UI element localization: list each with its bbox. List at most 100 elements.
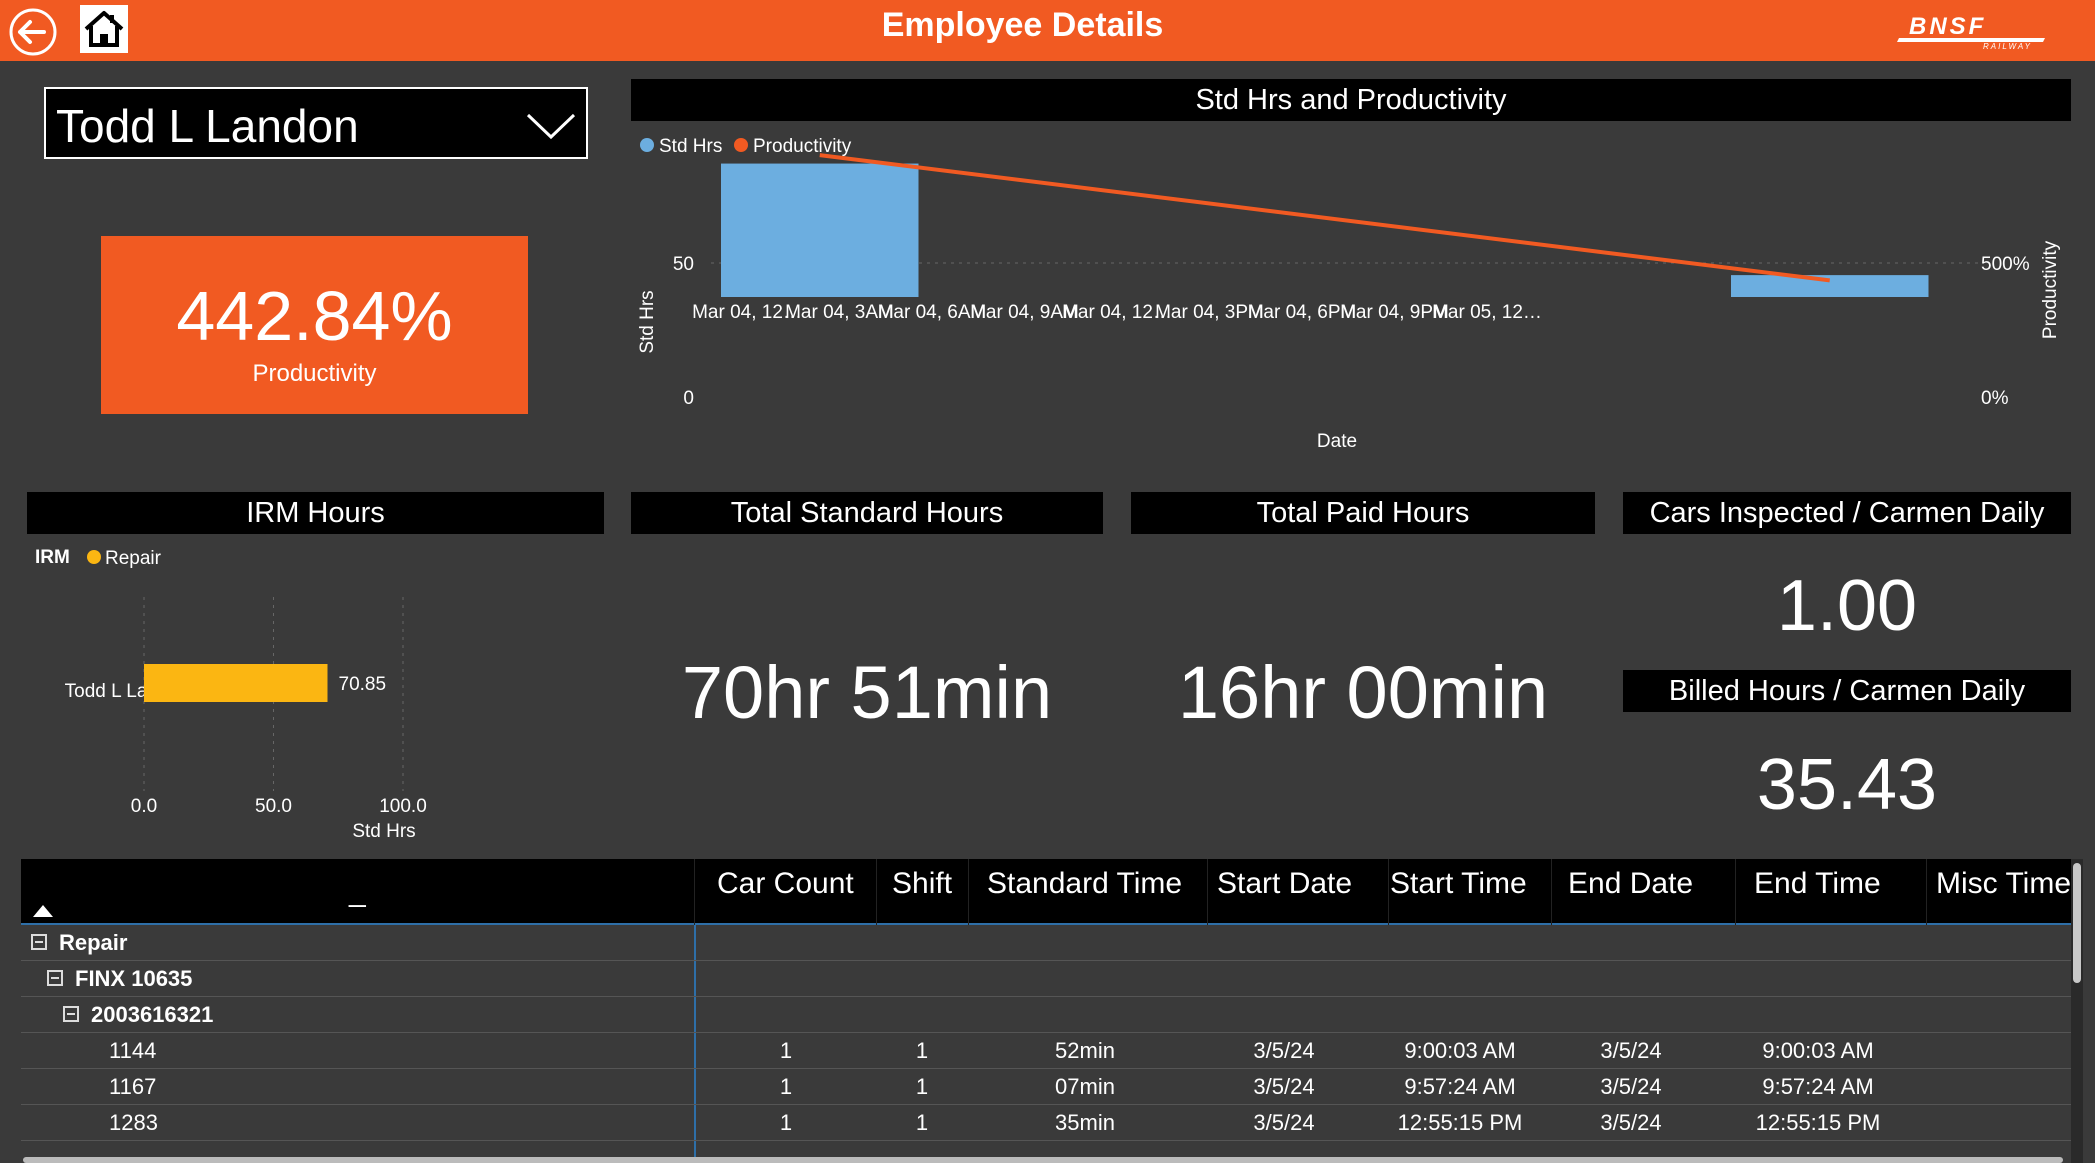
y-right-title: Productivity <box>2040 240 2061 339</box>
start-time-cell: 9:57:24 AM <box>1404 1074 1516 1099</box>
total-paid-hours-title: Total Paid Hours <box>1131 492 1595 534</box>
productivity-line[interactable] <box>819 153 1830 283</box>
legend-repair-swatch <box>87 550 101 564</box>
billed-hours-title: Billed Hours / Carmen Daily <box>1623 670 2071 712</box>
employee-details-page: Employee Details BNSF RAILWAY Todd L Lan… <box>0 0 2095 1163</box>
total-standard-hours-value: 70hr 51min <box>681 651 1053 734</box>
header-divider <box>1926 859 1927 925</box>
start-date-cell: 3/5/24 <box>1253 1074 1315 1099</box>
end-date-cell: 3/5/24 <box>1600 1074 1662 1099</box>
horizontal-scrollbar[interactable] <box>23 1157 2063 1163</box>
header-divider <box>1735 859 1736 925</box>
row-id: 1167 <box>109 1074 157 1099</box>
legend-productivity-label[interactable]: Productivity <box>753 136 852 157</box>
end-time-cell: 9:57:24 AM <box>1762 1074 1874 1099</box>
vertical-scrollbar[interactable] <box>2071 859 2083 1163</box>
chart-marks <box>721 153 1929 297</box>
std-hrs-productivity-chart: Std Hrs Productivity Std Hrs Productivit… <box>637 136 2061 452</box>
start-date-cell: 3/5/24 <box>1253 1110 1315 1135</box>
employee-select[interactable]: Todd L Landon <box>44 87 588 159</box>
car-count-cell: 1 <box>779 1038 793 1063</box>
shift-cell: 1 <box>915 1074 929 1099</box>
collapse-icon[interactable] <box>31 934 47 950</box>
std-hrs-bar[interactable] <box>721 163 919 297</box>
column-header-shift[interactable]: Shift <box>892 867 952 901</box>
irm-x-tick-label: 50.0 <box>255 796 292 817</box>
shift-cell: 1 <box>915 1110 929 1135</box>
productivity-value: 442.84% <box>176 277 453 355</box>
group-row-repair[interactable]: Repair <box>21 925 2079 961</box>
standard-time-cell: 52min <box>1055 1038 1115 1063</box>
scrollbar-thumb[interactable] <box>2073 863 2081 983</box>
y-left-title: Std Hrs <box>637 290 658 353</box>
column-header-misc-time[interactable]: Misc Time <box>1936 867 2071 901</box>
billed-hours-value: 35.43 <box>1756 745 1938 825</box>
x-tick-labels: Mar 04, 12…Mar 04, 3AMMar 04, 6AMMar 04,… <box>692 302 1542 323</box>
employee-select-value: Todd L Landon <box>56 100 359 152</box>
y-left-tick: 0 <box>683 388 694 409</box>
irm-repair-bar[interactable] <box>144 664 328 702</box>
collapse-icon[interactable] <box>63 1006 79 1022</box>
irm-legend-title: IRM <box>35 547 70 568</box>
irm-x-tick-label: 100.0 <box>379 796 427 817</box>
cars-inspected-value: 1.00 <box>1776 566 1918 646</box>
irm-hours-title: IRM Hours <box>27 492 604 534</box>
end-time-cell: 12:55:15 PM <box>1755 1110 1881 1135</box>
group-row-order[interactable]: 2003616321 <box>21 997 2079 1033</box>
y-left-tick: 50 <box>673 254 694 275</box>
y-right-tick: 0% <box>1981 388 2009 409</box>
header-divider <box>694 859 695 925</box>
legend-repair-label[interactable]: Repair <box>105 548 162 569</box>
group-label: Repair <box>59 930 128 955</box>
logo-subtext: RAILWAY <box>1983 42 2032 50</box>
end-date-cell: 3/5/24 <box>1600 1110 1662 1135</box>
irm-x-tick-label: 0.0 <box>131 796 157 817</box>
logo-text: BNSF <box>1909 13 1986 40</box>
shift-cell: 1 <box>915 1038 929 1063</box>
column-header-end-date[interactable]: End Date <box>1568 867 1693 901</box>
column-header-standard-time[interactable]: Standard Time <box>987 867 1182 901</box>
start-date-cell: 3/5/24 <box>1253 1038 1315 1063</box>
group-label: FINX 10635 <box>75 966 193 991</box>
column-header-car-count[interactable]: Car Count <box>717 867 854 901</box>
standard-time-cell: 35min <box>1055 1110 1115 1135</box>
irm-bars: 70.85 <box>144 664 386 702</box>
page-title: Employee Details <box>881 6 1164 44</box>
column-header-end-time[interactable]: End Time <box>1754 867 1881 901</box>
start-time-cell: 12:55:15 PM <box>1397 1110 1523 1135</box>
productivity-card: 442.84% Productivity <box>101 236 528 414</box>
car-count-cell: 1 <box>779 1074 793 1099</box>
group-label: 2003616321 <box>91 1002 214 1027</box>
end-time-cell: 9:00:03 AM <box>1762 1038 1874 1063</box>
table-row[interactable]: 1167 1 1 07min 3/5/24 9:57:24 AM 3/5/24 … <box>21 1069 2079 1105</box>
header-divider <box>1551 859 1552 925</box>
productivity-label: Productivity <box>252 360 377 387</box>
details-table: _ Car Count Shift Standard Time Start Da… <box>21 859 2083 1163</box>
row-id: 1283 <box>109 1110 158 1135</box>
irm-x-ticks: 0.0 50.0 100.0 <box>131 796 427 817</box>
header-divider <box>1207 859 1208 925</box>
cars-inspected-title: Cars Inspected / Carmen Daily <box>1623 492 2071 534</box>
header-divider <box>876 859 877 925</box>
group-row-car[interactable]: FINX 10635 <box>21 961 2079 997</box>
row-id: 1144 <box>109 1038 157 1063</box>
end-date-cell: 3/5/24 <box>1600 1038 1662 1063</box>
irm-x-title: Std Hrs <box>352 821 415 842</box>
table-row[interactable]: 1283 1 1 35min 3/5/24 12:55:15 PM 3/5/24… <box>21 1105 2079 1141</box>
header-divider <box>1388 859 1389 925</box>
column-header-start-date[interactable]: Start Date <box>1217 867 1352 901</box>
x-axis-title: Date <box>1317 431 1357 452</box>
sort-ascending-icon[interactable] <box>33 903 53 917</box>
collapse-icon[interactable] <box>47 970 63 986</box>
total-paid-hours-value: 16hr 00min <box>1177 651 1549 734</box>
bnsf-logo: BNSF RAILWAY <box>1897 13 2045 50</box>
y-right-tick: 500% <box>1981 254 2030 275</box>
legend-std-hrs-label[interactable]: Std Hrs <box>659 136 722 157</box>
table-row[interactable]: 1144 1 1 52min 3/5/24 9:00:03 AM 3/5/24 … <box>21 1033 2079 1069</box>
header-bar: Employee Details BNSF RAILWAY <box>0 0 2095 61</box>
chevron-down-icon[interactable] <box>526 103 576 147</box>
first-column-header[interactable]: _ <box>349 875 366 909</box>
standard-time-cell: 07min <box>1055 1074 1115 1099</box>
legend-productivity-swatch <box>734 138 748 152</box>
column-header-start-time[interactable]: Start Time <box>1390 867 1527 901</box>
